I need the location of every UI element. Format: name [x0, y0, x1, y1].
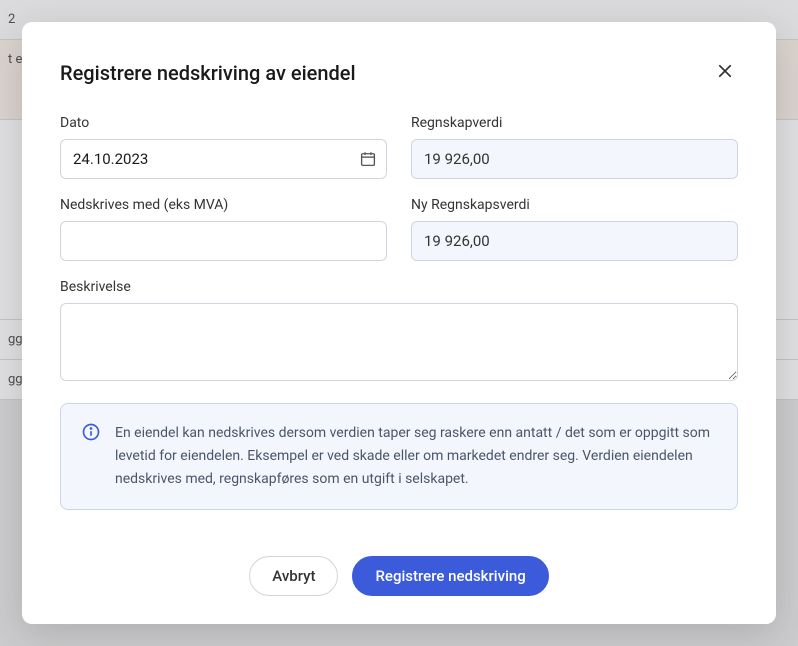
description-label: Beskrivelse — [60, 279, 738, 295]
writedown-amount-label: Nedskrives med (eks MVA) — [60, 197, 387, 213]
modal-actions: Avbryt Registrere nedskriving — [60, 556, 738, 596]
date-group: Dato — [60, 115, 387, 179]
new-accounting-value-input — [411, 221, 738, 261]
submit-button[interactable]: Registrere nedskriving — [352, 556, 548, 596]
new-accounting-value-group: Ny Regnskapsverdi — [411, 197, 738, 261]
close-button[interactable] — [712, 58, 738, 87]
modal-header: Registrere nedskriving av eiendel — [60, 58, 738, 87]
description-input[interactable] — [60, 303, 738, 381]
info-text: En eiendel kan nedskrives dersom verdien… — [115, 422, 717, 491]
writedown-amount-input[interactable] — [60, 221, 387, 261]
form-grid: Dato Regnskapverdi Nedskrives med (eks M… — [60, 115, 738, 381]
accounting-value-label: Regnskapverdi — [411, 115, 738, 131]
new-accounting-value-label: Ny Regnskapsverdi — [411, 197, 738, 213]
accounting-value-input — [411, 139, 738, 179]
writedown-modal: Registrere nedskriving av eiendel Dato — [22, 22, 776, 624]
accounting-value-group: Regnskapverdi — [411, 115, 738, 179]
modal-title: Registrere nedskriving av eiendel — [60, 61, 356, 85]
description-group: Beskrivelse — [60, 279, 738, 381]
info-icon — [81, 422, 101, 491]
cancel-button[interactable]: Avbryt — [249, 556, 338, 596]
info-box: En eiendel kan nedskrives dersom verdien… — [60, 403, 738, 510]
date-label: Dato — [60, 115, 387, 131]
date-input[interactable] — [60, 139, 387, 179]
close-icon — [716, 62, 734, 83]
writedown-amount-group: Nedskrives med (eks MVA) — [60, 197, 387, 261]
date-input-wrap — [60, 139, 387, 179]
